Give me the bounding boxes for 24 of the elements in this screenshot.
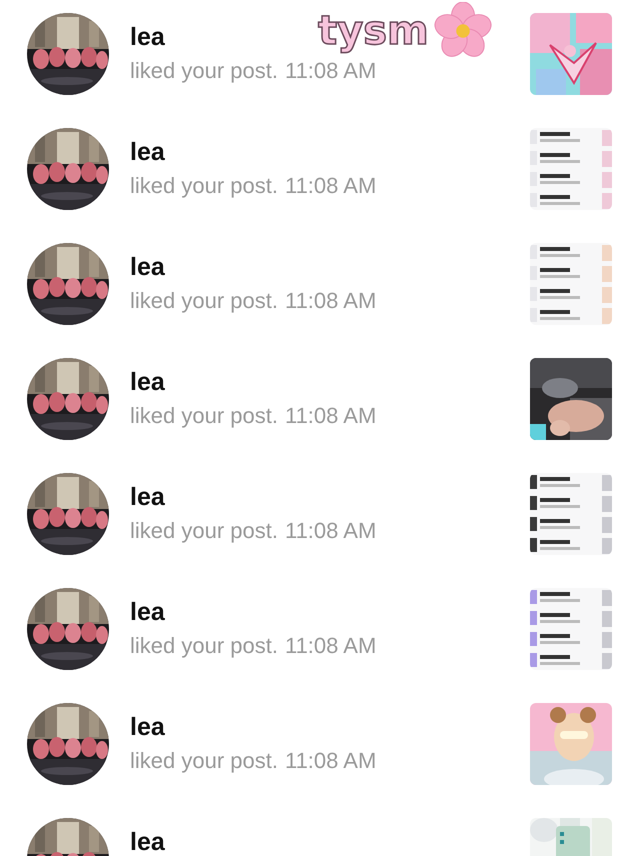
notification-text: liked your post. xyxy=(130,518,278,544)
user-name[interactable]: lea xyxy=(130,139,165,165)
user-name[interactable]: lea xyxy=(130,714,165,740)
timestamp: 11:08 AM xyxy=(284,288,376,314)
user-name[interactable]: lea xyxy=(130,484,165,510)
timestamp: 11:08 AM xyxy=(284,173,376,199)
notification-text: liked your post. xyxy=(130,633,278,659)
notification-text: liked your post. xyxy=(130,173,278,199)
timestamp: 11:08 AM xyxy=(284,403,376,429)
user-name[interactable]: lea xyxy=(130,24,165,50)
user-name[interactable]: lea xyxy=(130,599,165,625)
user-name[interactable]: lea xyxy=(130,829,165,855)
notification-text: liked your post. xyxy=(130,288,278,314)
notification-text: liked your post. xyxy=(130,403,278,429)
timestamp: 11:08 AM xyxy=(284,633,376,659)
sticker-text: tysm xyxy=(318,11,429,51)
user-name[interactable]: lea xyxy=(130,369,165,395)
user-name[interactable]: lea xyxy=(130,254,165,280)
notification-text: liked your post. xyxy=(130,748,278,774)
timestamp: 11:08 AM xyxy=(284,58,376,84)
flower-icon xyxy=(432,2,493,60)
timestamp: 11:08 AM xyxy=(284,748,376,774)
timestamp: 11:08 AM xyxy=(284,518,376,544)
notification-text: liked your post. xyxy=(130,58,278,84)
